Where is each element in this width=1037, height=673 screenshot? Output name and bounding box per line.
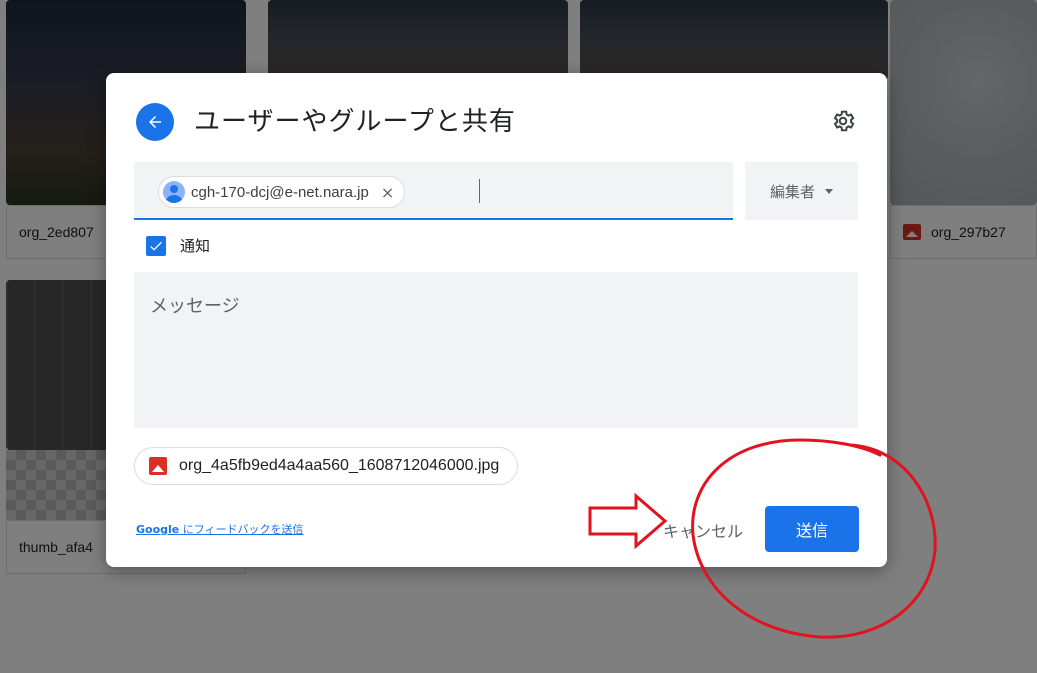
share-dialog: ユーザーやグループと共有 cgh-170-dcj@e-net.nara.jp ×…	[106, 73, 887, 567]
message-placeholder: メッセージ	[150, 296, 240, 317]
role-dropdown[interactable]: 編集者	[745, 162, 858, 220]
notify-checkbox[interactable]	[146, 235, 166, 256]
cancel-button[interactable]: キャンセル	[656, 509, 750, 551]
settings-button[interactable]	[830, 108, 856, 134]
back-button[interactable]	[136, 103, 174, 141]
message-textarea[interactable]: メッセージ	[134, 272, 858, 428]
attached-file-chip: org_4a5fb9ed4a4aa560_1608712046000.jpg	[134, 447, 519, 485]
arrow-back-icon	[149, 116, 161, 128]
dialog-title: ユーザーやグループと共有	[194, 107, 516, 137]
image-file-icon	[149, 457, 167, 475]
checkmark-icon	[150, 241, 162, 251]
attached-file-name: org_4a5fb9ed4a4aa560_1608712046000.jpg	[179, 457, 500, 474]
recipient-input[interactable]: cgh-170-dcj@e-net.nara.jp ×	[134, 162, 733, 220]
feedback-brand: Google	[136, 523, 180, 536]
notify-option: 通知	[146, 235, 210, 256]
role-selected-value: 編集者	[769, 182, 815, 201]
gear-icon	[833, 110, 855, 132]
recipient-chip[interactable]: cgh-170-dcj@e-net.nara.jp ×	[158, 176, 406, 208]
send-button[interactable]: 送信	[765, 506, 859, 552]
avatar	[163, 181, 185, 203]
text-cursor	[479, 179, 480, 203]
send-feedback-link[interactable]: Google にフィードバックを送信	[136, 521, 304, 537]
notify-label: 通知	[180, 237, 211, 255]
remove-recipient-icon[interactable]: ×	[381, 183, 394, 202]
recipient-email: cgh-170-dcj@e-net.nara.jp	[191, 183, 369, 201]
feedback-text: にフィードバックを送信	[179, 523, 304, 536]
caret-down-icon	[825, 188, 833, 194]
